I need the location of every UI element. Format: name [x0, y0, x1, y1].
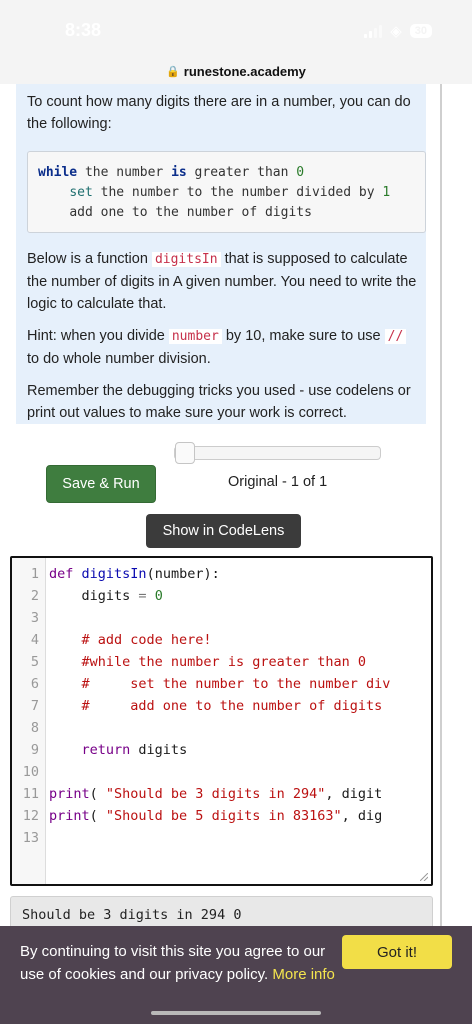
code-line[interactable]: 2 digits = 0 [12, 585, 431, 607]
page-scrollbar-track [440, 84, 442, 926]
line-number: 2 [30, 588, 39, 604]
code-line[interactable]: 11 print( "Should be 3 digits in 294", di… [12, 783, 431, 805]
inline-code-digitsin: digitsIn [151, 252, 221, 267]
got-it-button[interactable]: Got it! [342, 935, 452, 969]
line-number: 7 [30, 698, 39, 714]
line-number: 12 [22, 808, 39, 824]
pseudocode-text: while the number is greater than 0 set t… [38, 163, 390, 223]
status-time: 8:38 [65, 20, 102, 40]
code-line[interactable]: 7 # add one to the number of digits [12, 695, 431, 717]
cookie-banner: By continuing to visit this site you agr… [0, 926, 472, 1024]
code-line[interactable]: 5 #while the number is greater than 0 [12, 651, 431, 673]
battery-icon: 30 [409, 24, 432, 38]
save-run-button[interactable]: Save & Run [46, 465, 156, 503]
version-label: Original - 1 of 1 [228, 474, 328, 490]
status-bar: 8:38 ◈ 30 [0, 0, 472, 58]
code-line[interactable]: 3 [12, 607, 431, 629]
cookie-text: By continuing to visit this site you agr… [20, 943, 335, 983]
line-number: 8 [30, 720, 39, 736]
code-line[interactable]: 13 [12, 827, 431, 849]
description-paragraph: Below is a function digitsIn that is sup… [27, 251, 417, 312]
inline-code-floordiv: // [384, 329, 407, 344]
code-line[interactable]: 4 # add code here! [12, 629, 431, 651]
line-number: 11 [22, 786, 39, 802]
code-line[interactable]: 10 [12, 761, 431, 783]
line-number: 13 [22, 830, 39, 846]
code-editor[interactable]: 1 def digitsIn(number): 2 digits = 0 3 4 # a… [10, 556, 433, 886]
history-slider[interactable] [174, 442, 381, 464]
line-number: 6 [30, 676, 39, 692]
status-icons: ◈ 30 [364, 22, 432, 40]
pseudocode-block: while the number is greater than 0 set t… [27, 151, 426, 233]
intro-text: To count how many digits there are in a … [27, 94, 411, 132]
line-number: 9 [30, 742, 39, 758]
show-codelens-button[interactable]: Show in CodeLens [146, 514, 301, 548]
hint-paragraph: Hint: when you divide number by 10, make… [27, 325, 422, 370]
resize-handle-icon[interactable] [420, 873, 428, 881]
code-line[interactable]: 9 return digits [12, 739, 431, 761]
url-text: runestone.academy [183, 63, 306, 79]
line-number: 10 [22, 764, 39, 780]
wifi-icon: ◈ [390, 22, 402, 40]
pseudocode-line: set the number to the number divided by … [69, 185, 391, 200]
line-number: 4 [30, 632, 39, 648]
line-number: 5 [30, 654, 39, 670]
line-number: 1 [30, 566, 39, 582]
more-info-link[interactable]: More info [272, 966, 335, 983]
code-line[interactable]: 6 # set the number to the number div [12, 673, 431, 695]
code-line[interactable]: 12 print( "Should be 5 digits in 83163", … [12, 805, 431, 827]
debugging-paragraph: Remember the debugging tricks you used -… [27, 383, 411, 421]
home-indicator [151, 1011, 321, 1015]
slider-handle[interactable] [175, 442, 195, 464]
pseudocode-line: add one to the number of digits [69, 205, 312, 220]
signal-icon [364, 24, 383, 38]
code-line[interactable]: 1 def digitsIn(number): [12, 563, 431, 585]
lock-icon: 🔒 [166, 64, 180, 78]
url-bar[interactable]: 🔒 runestone.academy [0, 58, 472, 84]
line-number: 3 [30, 610, 39, 626]
pseudocode-line: while the number is greater than 0 [38, 165, 305, 180]
code-line[interactable]: 8 [12, 717, 431, 739]
output-text: Should be 3 digits in 294 0 [22, 907, 242, 923]
inline-code-number: number [168, 329, 222, 344]
